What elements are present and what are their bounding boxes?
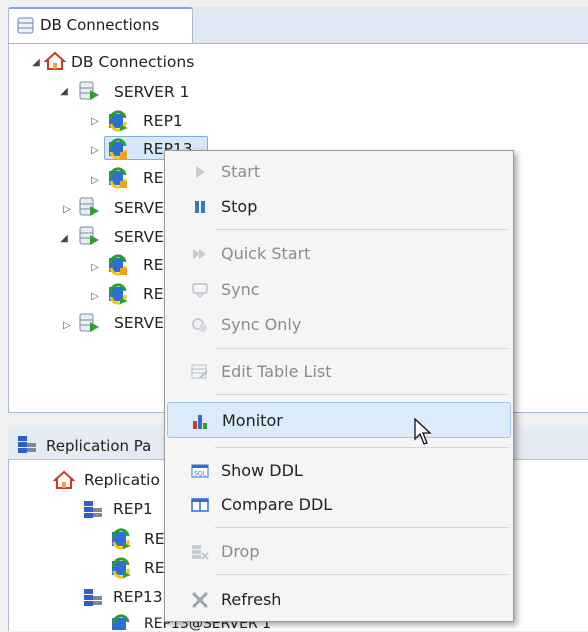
- tree-server-c-label[interactable]: SERVE: [114, 228, 164, 246]
- menu-item-refresh[interactable]: Refresh: [167, 582, 511, 616]
- menu-item-edit-table-list[interactable]: Edit Table List: [167, 354, 511, 388]
- context-menu: Start Stop Quick Start Sync Sync Only Ed…: [164, 150, 514, 622]
- menu-separator: [215, 447, 509, 448]
- expander-closed-icon[interactable]: ▷: [89, 291, 101, 302]
- tree-server-d-label[interactable]: SERVE: [114, 314, 164, 332]
- tree-rep-e-label[interactable]: RE: [143, 285, 164, 303]
- compare-icon: [191, 498, 209, 512]
- menu-item-monitor[interactable]: Monitor: [167, 402, 511, 438]
- menu-item-quick-start[interactable]: Quick Start: [167, 236, 511, 270]
- menu-separator: [215, 394, 509, 395]
- bar-chart-icon: [193, 415, 207, 429]
- expander-closed-icon[interactable]: ▷: [61, 204, 73, 215]
- replication-icon: [112, 557, 131, 579]
- refresh-x-icon: [192, 592, 208, 608]
- bottom-tree-rep1-b-label[interactable]: RE: [144, 559, 165, 577]
- bottom-tree-root-label[interactable]: Replicatio: [84, 471, 160, 489]
- menu-item-compare-ddl[interactable]: Compare DDL: [167, 487, 511, 521]
- server-icon: [79, 313, 99, 332]
- replication-icon: [109, 138, 127, 160]
- tree-rep-d-label[interactable]: RE: [143, 256, 164, 274]
- tree-server1-label[interactable]: SERVER 1: [114, 83, 190, 101]
- expander-open-icon[interactable]: ◢: [58, 233, 70, 244]
- tree-rep1-label[interactable]: REP1: [143, 112, 183, 130]
- replication-list-icon: [18, 436, 36, 453]
- server-icon: [79, 81, 99, 100]
- pause-icon: [195, 201, 205, 213]
- tree-root-label[interactable]: DB Connections: [71, 53, 194, 71]
- svg-text:SQL: SQL: [194, 471, 207, 478]
- expander-closed-icon[interactable]: ▷: [89, 116, 101, 127]
- expander-closed-icon[interactable]: ▷: [61, 320, 73, 331]
- expander-closed-icon[interactable]: ▷: [89, 175, 101, 186]
- menu-separator: [215, 527, 509, 528]
- tree-server-b-label[interactable]: SERVE: [114, 199, 164, 217]
- server-icon: [79, 197, 99, 216]
- expander-closed-icon[interactable]: ▷: [89, 145, 101, 156]
- menu-item-show-ddl[interactable]: SQL Show DDL: [167, 453, 511, 487]
- home-icon: [53, 470, 75, 489]
- menu-item-sync-only[interactable]: Sync Only: [167, 307, 511, 341]
- menu-item-start[interactable]: Start: [167, 154, 511, 188]
- tree-rep-c-label[interactable]: RE: [143, 169, 164, 187]
- expander-open-icon[interactable]: ◢: [30, 57, 42, 68]
- replication-icon: [109, 254, 127, 276]
- sync-only-icon: [192, 318, 207, 332]
- drop-icon: [192, 545, 209, 560]
- edit-table-icon: [191, 364, 208, 379]
- replication-icon: [112, 614, 130, 630]
- sync-icon: [192, 283, 208, 299]
- server-icon: [79, 226, 99, 245]
- menu-item-drop[interactable]: Drop: [167, 534, 511, 568]
- play-icon: [196, 166, 205, 178]
- replication-icon: [109, 283, 128, 305]
- menu-item-stop[interactable]: Stop: [167, 189, 511, 223]
- replication-list-icon: [84, 501, 102, 518]
- replication-icon: [112, 528, 131, 550]
- fast-forward-icon: [193, 249, 206, 259]
- replication-list-icon: [84, 589, 102, 606]
- bottom-tree-rep13-label[interactable]: REP13: [113, 588, 163, 606]
- menu-separator: [215, 574, 509, 575]
- mouse-cursor-icon: [414, 417, 432, 445]
- expander-open-icon[interactable]: ◢: [58, 86, 70, 97]
- home-icon: [44, 51, 66, 70]
- bottom-tree-rep1-a-label[interactable]: RE: [144, 530, 165, 548]
- database-icon: [17, 17, 34, 34]
- sql-icon: SQL: [191, 464, 209, 478]
- replication-icon: [109, 110, 128, 132]
- expander-closed-icon[interactable]: ▷: [89, 262, 101, 273]
- menu-item-sync[interactable]: Sync: [167, 272, 511, 306]
- tab-replication-label[interactable]: Replication Pa: [46, 437, 151, 455]
- replication-icon: [109, 167, 127, 189]
- menu-separator: [215, 348, 509, 349]
- tab-db-connections-label: DB Connections: [40, 16, 160, 34]
- menu-separator: [215, 229, 509, 230]
- bottom-tree-rep1-label[interactable]: REP1: [113, 500, 153, 518]
